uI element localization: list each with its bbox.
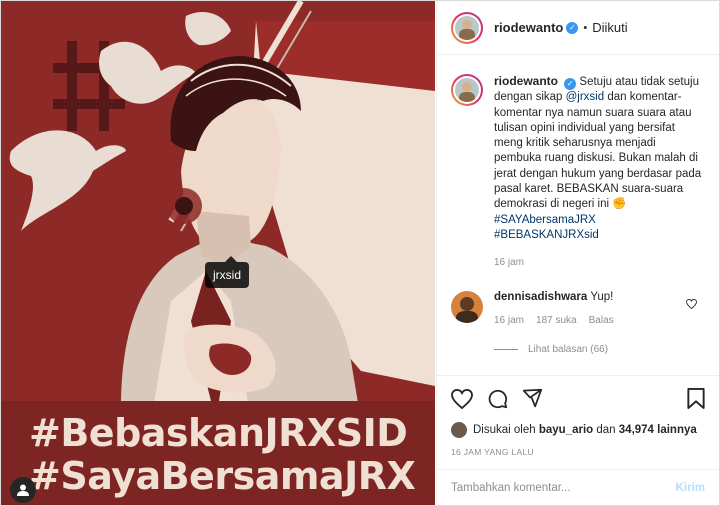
hashtag-link-2[interactable]: #BEBASKANJRXsid <box>494 229 599 241</box>
user-tag-icon[interactable] <box>10 477 36 503</box>
author-avatar[interactable] <box>451 11 483 44</box>
comment-like-heart-icon[interactable] <box>686 298 697 312</box>
share-icon[interactable] <box>522 388 543 412</box>
liked-by-conjunction: dan <box>596 424 616 436</box>
user-tag-jrxsid[interactable]: jrxsid <box>205 256 250 288</box>
post-header: riodewanto ✓ • Diikuti <box>437 1 719 55</box>
comment-input[interactable] <box>451 481 676 494</box>
comment-item: dennisadishwara Yup! 16 jam 187 suka Bal… <box>451 290 705 326</box>
heart-icon[interactable] <box>451 388 473 412</box>
comment-likes[interactable]: 187 suka <box>536 315 577 326</box>
view-replies-label: Lihat balasan (66) <box>528 343 609 355</box>
follow-status-button[interactable]: Diikuti <box>592 20 627 35</box>
liked-by: Disukai oleh bayu_ario dan 34,974 lainny… <box>451 422 705 438</box>
verified-badge-icon: ✓ <box>566 21 579 34</box>
commenter-avatar[interactable] <box>451 290 483 323</box>
post-image[interactable]: #BebaskanJRXSID #SayaBersamaJRX jrxsid <box>1 1 435 505</box>
comment-text: Yup! <box>590 290 614 303</box>
comments-scroll-area[interactable]: riodewanto ✓ Setuju atau tidak setuju de… <box>437 56 719 374</box>
bookmark-icon[interactable] <box>687 388 705 412</box>
verified-badge-icon: ✓ <box>564 78 577 90</box>
reply-button[interactable]: Balas <box>589 315 614 326</box>
header-separator: • <box>583 21 588 34</box>
caption: riodewanto ✓ Setuju atau tidak setuju de… <box>451 74 705 271</box>
comment-meta: 16 jam 187 suka Balas <box>494 315 614 326</box>
action-icons <box>451 386 705 414</box>
liked-by-prefix: Disukai oleh <box>473 424 536 436</box>
commenter-username[interactable]: dennisadishwara <box>494 291 587 303</box>
hashtag-link-1[interactable]: #SAYAbersamaJRX <box>494 214 596 226</box>
mention-link[interactable]: @jrxsid <box>566 91 605 103</box>
post-timestamp[interactable]: 16 JAM YANG LALU <box>451 447 705 457</box>
author-username[interactable]: riodewanto <box>494 20 563 35</box>
comment-icon[interactable] <box>487 388 508 412</box>
caption-time[interactable]: 16 jam <box>494 255 702 270</box>
caption-text-2: dan komentar-komentar nya namun suara su… <box>494 91 702 211</box>
likes-count-button[interactable]: 34,974 lainnya <box>619 424 697 436</box>
fist-emoji-icon: ✊ <box>612 198 627 211</box>
comment-body: dennisadishwara Yup! 16 jam 187 suka Bal… <box>494 291 614 326</box>
comment-time[interactable]: 16 jam <box>494 315 524 326</box>
poster-hashtag-1: #BebaskanJRXSID <box>29 411 408 455</box>
liker-username[interactable]: bayu_ario <box>539 424 593 436</box>
view-replies-button[interactable]: Lihat balasan (66) <box>494 344 705 355</box>
liker-avatar[interactable] <box>451 422 467 438</box>
poster-hashtag-2: #SayaBersamaJRX <box>29 454 416 498</box>
caption-avatar[interactable] <box>451 74 483 106</box>
post-actions: Disukai oleh bayu_ario dan 34,974 lainny… <box>437 375 719 457</box>
caption-body: riodewanto ✓ Setuju atau tidak setuju de… <box>494 74 702 271</box>
post-side-panel: riodewanto ✓ • Diikuti riodewanto ✓ Setu… <box>436 1 719 505</box>
add-comment-bar: Kirim <box>437 469 719 505</box>
caption-username[interactable]: riodewanto <box>494 74 558 88</box>
post-comment-button[interactable]: Kirim <box>676 482 705 494</box>
